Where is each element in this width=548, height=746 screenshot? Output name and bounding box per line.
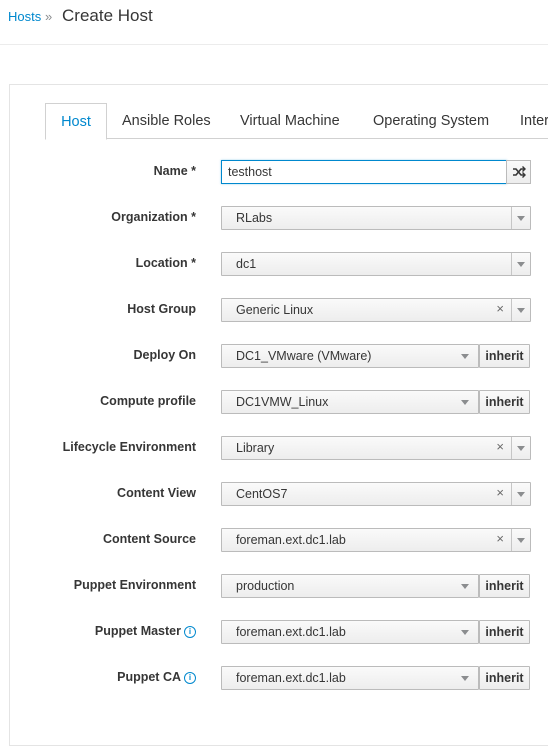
puppet-ca-label-text: Puppet CA (117, 670, 181, 684)
content-view-value: CentOS7 (236, 487, 288, 501)
content-view-label: Content View (117, 486, 196, 500)
puppet-environment-select[interactable]: production (221, 574, 479, 598)
page-title: Create Host (62, 6, 153, 25)
lifecycle-environment-value: Library (236, 441, 275, 455)
random-name-button[interactable] (506, 160, 531, 184)
page-header: Hosts » Create Host (0, 0, 548, 45)
caret-down-icon (461, 630, 469, 635)
name-label: Name * (153, 164, 196, 178)
compute-profile-value: DC1VMW_Linux (236, 395, 329, 409)
puppet-ca-value: foreman.ext.dc1.lab (236, 671, 346, 685)
caret-down-icon (517, 216, 525, 221)
lifecycle-environment-label: Lifecycle Environment (62, 440, 196, 454)
compute-profile-inherit-button[interactable]: inherit (479, 390, 530, 414)
compute-profile-label: Compute profile (100, 394, 196, 408)
puppet-master-inherit-button[interactable]: inherit (479, 620, 530, 644)
location-select[interactable]: dc1 (221, 252, 531, 276)
lifecycle-environment-clear-icon[interactable]: × (496, 439, 504, 454)
content-view-select[interactable]: CentOS7 × (221, 482, 531, 506)
name-input[interactable] (221, 160, 507, 184)
content-source-value: foreman.ext.dc1.lab (236, 533, 346, 547)
organization-dropdown-toggle[interactable] (511, 207, 530, 229)
tab-ansible-roles[interactable]: Ansible Roles (122, 103, 211, 138)
location-value: dc1 (236, 257, 257, 271)
lifecycle-environment-select[interactable]: Library × (221, 436, 531, 460)
tab-bar: Host Ansible Roles Virtual Machine Opera… (45, 103, 548, 140)
tab-operating-system[interactable]: Operating System (373, 103, 489, 138)
organization-label: Organization * (111, 210, 196, 224)
caret-down-icon (461, 354, 469, 359)
caret-down-icon (461, 584, 469, 589)
content-source-label: Content Source (102, 532, 196, 546)
content-view-clear-icon[interactable]: × (496, 485, 504, 500)
deploy-on-value: DC1_VMware (VMware) (236, 349, 372, 363)
puppet-master-label-text: Puppet Master (94, 624, 181, 638)
caret-down-icon (517, 308, 525, 313)
organization-value: RLabs (236, 211, 273, 225)
host-group-clear-icon[interactable]: × (496, 301, 504, 316)
host-group-dropdown-toggle[interactable] (511, 299, 530, 321)
location-dropdown-toggle[interactable] (511, 253, 530, 275)
caret-down-icon (517, 446, 525, 451)
host-group-select[interactable]: Generic Linux × (221, 298, 531, 322)
caret-down-icon (517, 538, 525, 543)
puppet-master-value: foreman.ext.dc1.lab (236, 625, 346, 639)
caret-down-icon (461, 400, 469, 405)
puppet-environment-label: Puppet Environment (73, 578, 196, 592)
puppet-master-select[interactable]: foreman.ext.dc1.lab (221, 620, 479, 644)
breadcrumb-separator: » (45, 9, 53, 24)
content-source-dropdown-toggle[interactable] (511, 529, 530, 551)
compute-profile-select[interactable]: DC1VMW_Linux (221, 390, 479, 414)
host-group-value: Generic Linux (236, 303, 314, 317)
caret-down-icon (517, 492, 525, 497)
puppet-ca-inherit-button[interactable]: inherit (479, 666, 530, 690)
location-label: Location * (135, 256, 196, 270)
host-group-label: Host Group (127, 302, 196, 316)
tab-host[interactable]: Host (45, 103, 107, 140)
caret-down-icon (461, 676, 469, 681)
deploy-on-select[interactable]: DC1_VMware (VMware) (221, 344, 479, 368)
lifecycle-environment-dropdown-toggle[interactable] (511, 437, 530, 459)
random-icon (513, 166, 526, 178)
content-source-clear-icon[interactable]: × (496, 531, 504, 546)
tab-interfaces[interactable]: Inter (520, 103, 548, 138)
organization-select[interactable]: RLabs (221, 206, 531, 230)
deploy-on-inherit-button[interactable]: inherit (479, 344, 530, 368)
puppet-environment-inherit-button[interactable]: inherit (479, 574, 530, 598)
deploy-on-label: Deploy On (133, 348, 196, 362)
info-circle-icon[interactable]: i (184, 672, 196, 684)
content-source-select[interactable]: foreman.ext.dc1.lab × (221, 528, 531, 552)
breadcrumb-hosts-link[interactable]: Hosts (8, 9, 41, 24)
info-circle-icon[interactable]: i (184, 626, 196, 638)
caret-down-icon (517, 262, 525, 267)
puppet-ca-label: Puppet CA i (117, 670, 196, 684)
tab-virtual-machine[interactable]: Virtual Machine (240, 103, 340, 138)
puppet-ca-select[interactable]: foreman.ext.dc1.lab (221, 666, 479, 690)
content-view-dropdown-toggle[interactable] (511, 483, 530, 505)
puppet-master-label: Puppet Master i (95, 624, 196, 638)
puppet-environment-value: production (236, 579, 295, 593)
